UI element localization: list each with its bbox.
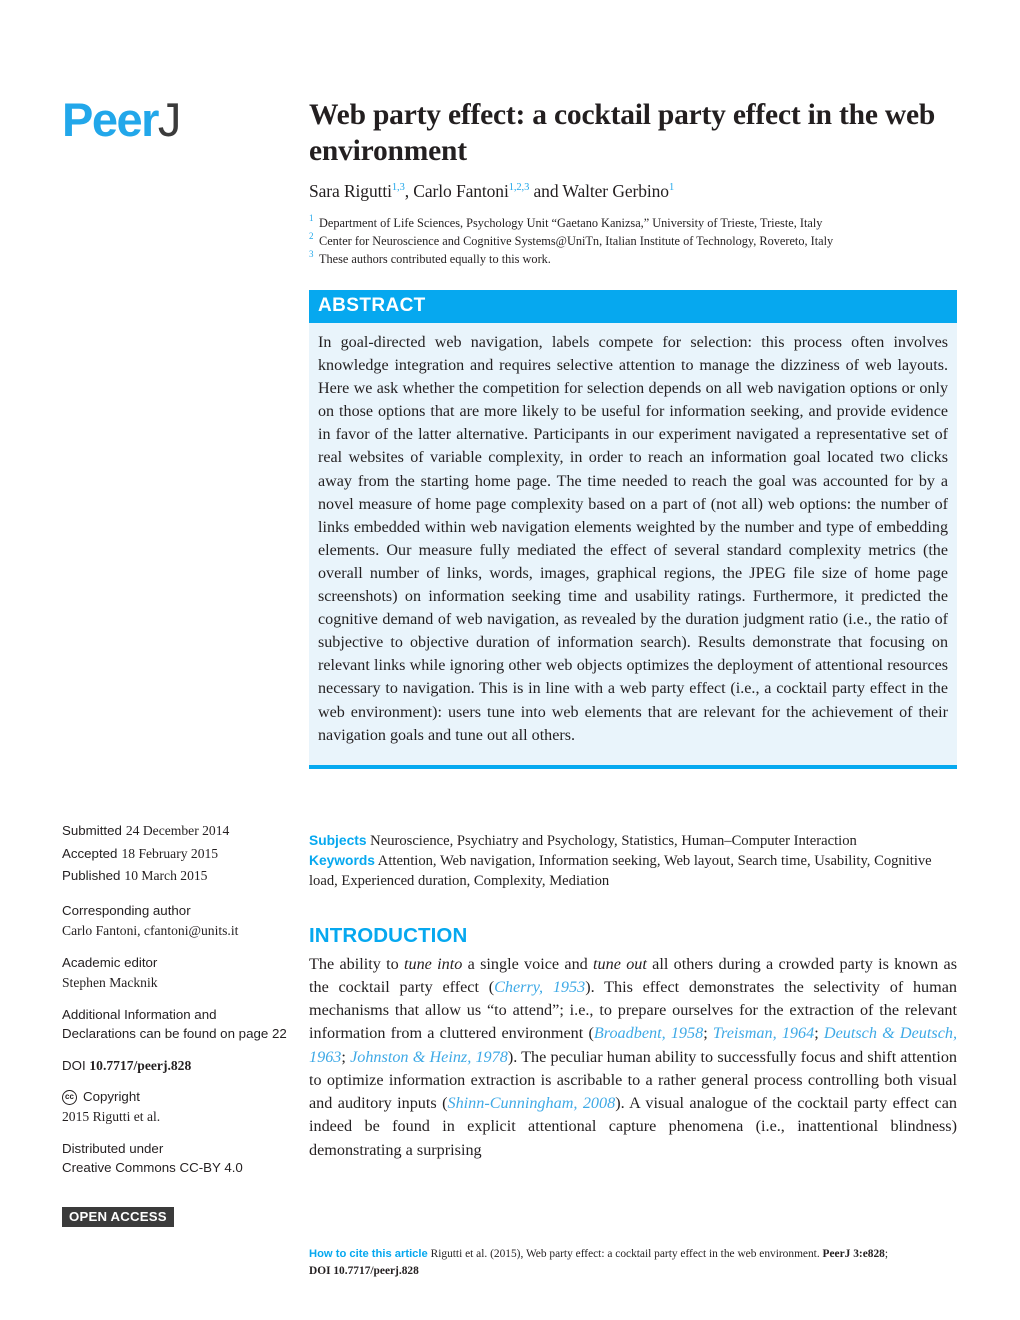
- page-title: Web party effect: a cocktail party effec…: [309, 99, 936, 167]
- body-text: ;: [814, 1024, 824, 1043]
- inline-citation[interactable]: Shinn-Cunningham, 2008: [447, 1094, 615, 1112]
- main-content-column: Subjects Neuroscience, Psychiatry and Ps…: [309, 832, 957, 1162]
- published-value: 10 March 2015: [124, 868, 208, 884]
- submitted-label: Submitted: [62, 823, 122, 838]
- doi-block[interactable]: DOI 10.7717/peerj.828: [62, 1058, 294, 1074]
- subjects-value: Neuroscience, Psychiatry and Psychology,…: [370, 833, 857, 849]
- abstract-heading: ABSTRACT: [309, 290, 957, 323]
- additional-information-block: Additional Information and Declarations …: [62, 1006, 294, 1044]
- how-to-cite-footer: How to cite this article Rigutti et al. …: [309, 1246, 957, 1279]
- journal-reference: PeerJ 3:e828: [822, 1248, 885, 1260]
- accepted-row: Accepted 18 February 2015: [62, 843, 294, 866]
- footer-doi[interactable]: DOI 10.7717/peerj.828: [309, 1265, 419, 1277]
- peerj-logo: PeerJ: [62, 93, 182, 146]
- logo-j-text: J: [157, 93, 182, 146]
- emphasis-text: tune into: [403, 954, 463, 973]
- affiliation-item: 3 These authors contributed equally to th…: [309, 248, 957, 269]
- introduction-heading: INTRODUCTION: [309, 923, 468, 947]
- affiliation-text: Department of Life Sciences, Psychology …: [319, 216, 823, 231]
- introduction-paragraph: The ability to tune into a single voice …: [309, 953, 957, 1162]
- copyright-value: 2015 Rigutti et al.: [62, 1108, 161, 1124]
- academic-editor-label: Academic editor: [62, 955, 158, 971]
- accepted-value: 18 February 2015: [121, 845, 219, 861]
- accepted-label: Accepted: [62, 845, 118, 861]
- article-header: Web party effect: a cocktail party effec…: [309, 98, 957, 268]
- inline-citation[interactable]: Cherry, 1953: [494, 978, 585, 996]
- affiliation-marker: 2: [309, 231, 314, 242]
- affiliation-text: These authors contributed equally to thi…: [319, 251, 551, 266]
- logo-peer-text: Peer: [62, 93, 159, 146]
- citation-semicolon: ;: [884, 1248, 889, 1260]
- doi-value[interactable]: 10.7717/peerj.828: [89, 1058, 191, 1073]
- subjects-label: Subjects: [309, 833, 367, 848]
- license-line-2[interactable]: Creative Commons CC-BY 4.0: [62, 1159, 294, 1178]
- inline-citation[interactable]: Treisman, 1964: [713, 1024, 814, 1042]
- copyright-row: cc Copyright: [62, 1088, 294, 1107]
- abstract-section: ABSTRACT In goal-directed web navigation…: [309, 290, 957, 769]
- doi-label: DOI: [62, 1057, 86, 1073]
- body-text: ;: [703, 1024, 713, 1043]
- copyright-block: cc Copyright 2015 Rigutti et al.: [62, 1088, 294, 1126]
- creative-commons-icon: cc: [62, 1089, 77, 1105]
- body-text: The ability to: [309, 954, 404, 973]
- affiliation-list: 1 Department of Life Sciences, Psychology…: [309, 213, 957, 269]
- body-text: a single voice and: [462, 954, 594, 973]
- affiliation-item: 1 Department of Life Sciences, Psychology…: [309, 213, 957, 233]
- submitted-value: 24 December 2014: [125, 823, 230, 838]
- abstract-text: In goal-directed web navigation, labels …: [318, 334, 948, 744]
- copyright-label: Copyright: [83, 1088, 140, 1104]
- corresponding-author-label: Corresponding author: [62, 903, 191, 919]
- submitted-row: Submitted 24 December 2014: [62, 820, 294, 843]
- publication-dates: Submitted 24 December 2014 Accepted 18 F…: [62, 820, 294, 888]
- emphasis-text: tune out: [593, 954, 647, 973]
- body-text: ;: [341, 1047, 351, 1066]
- academic-editor-block: Academic editor Stephen Macknik: [62, 954, 294, 992]
- license-line-1: Distributed under: [62, 1140, 164, 1156]
- how-to-cite-text: Rigutti et al. (2015), Web party effect:…: [430, 1248, 823, 1260]
- published-label: Published: [62, 868, 121, 884]
- academic-editor-value: Stephen Macknik: [62, 974, 158, 990]
- article-page: PeerJ Web party effect: a cocktail party…: [0, 0, 1020, 1320]
- affiliation-marker: 1: [309, 213, 314, 224]
- keywords-row: Keywords Attention, Web navigation, Info…: [309, 852, 957, 892]
- inline-citation[interactable]: Johnston & Heinz, 1978: [350, 1048, 508, 1066]
- keywords-value: Attention, Web navigation, Information s…: [309, 852, 932, 889]
- subjects-row: Subjects Neuroscience, Psychiatry and Ps…: [309, 832, 957, 852]
- affiliation-text: Center for Neuroscience and Cognitive Sy…: [319, 234, 834, 249]
- published-row: Published 10 March 2015: [62, 865, 294, 888]
- keywords-label: Keywords: [309, 852, 375, 868]
- license-block: Distributed under Creative Commons CC-BY…: [62, 1140, 294, 1178]
- additional-information-text: Additional Information and Declarations …: [62, 1006, 287, 1041]
- affiliation-item: 2 Center for Neuroscience and Cognitive S…: [309, 231, 957, 251]
- article-metadata-sidebar: Submitted 24 December 2014 Accepted 18 F…: [62, 820, 294, 1228]
- how-to-cite-label: How to cite this article: [309, 1248, 428, 1260]
- affiliation-marker: 3: [309, 248, 314, 259]
- open-access-badge: OPEN ACCESS: [62, 1207, 174, 1228]
- corresponding-author-value[interactable]: Carlo Fantoni, cfantoni@units.it: [62, 921, 294, 940]
- corresponding-author-block: Corresponding author Carlo Fantoni, cfan…: [62, 902, 294, 940]
- author-list: Sara Rigutti1,3, Carlo Fantoni1,2,3 and …: [309, 181, 675, 202]
- inline-citation[interactable]: Broadbent, 1958: [594, 1024, 703, 1042]
